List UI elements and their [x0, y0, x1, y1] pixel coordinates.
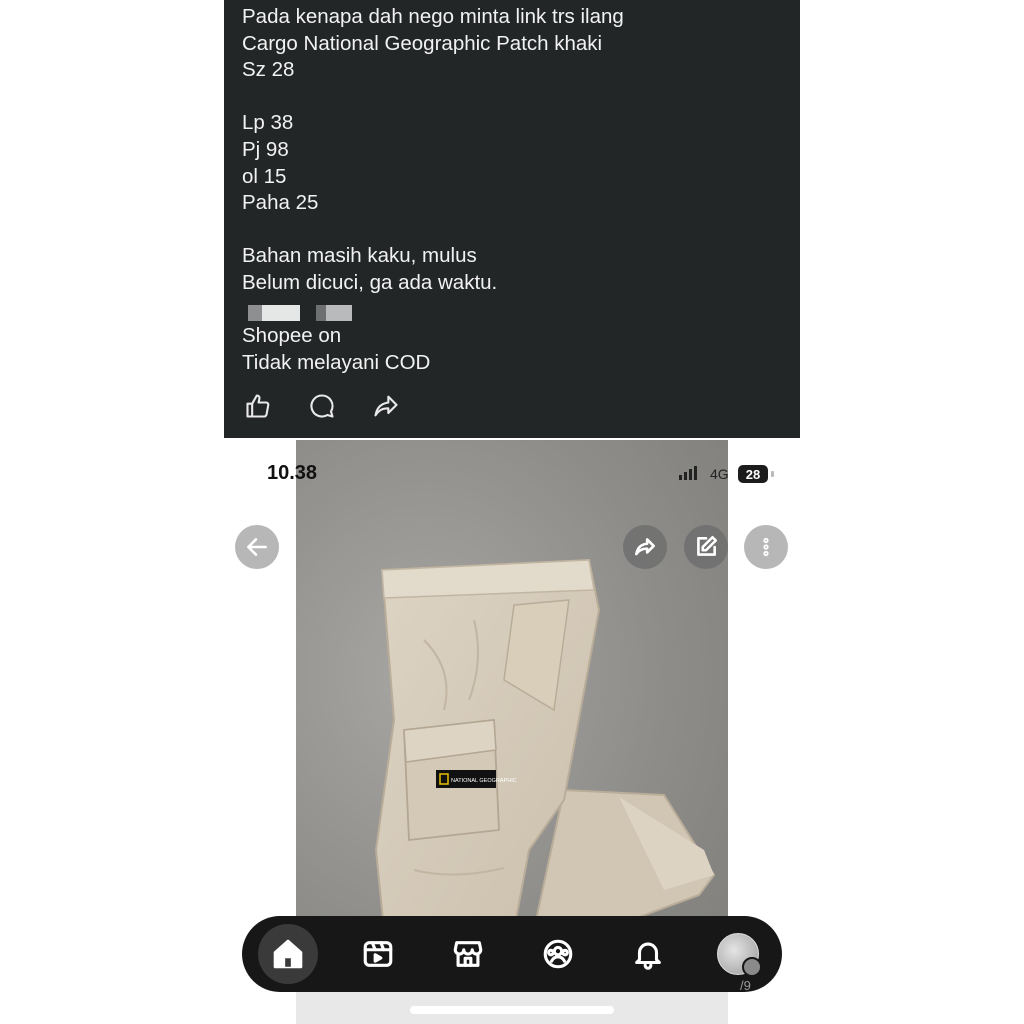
status-bar: 10.38 4G 28 — [224, 460, 800, 490]
corner-text: /9 — [740, 978, 751, 993]
shared-screenshot: 10.38 4G 28 NATIONAL GEOGRAPHIC /9 — [224, 440, 800, 1024]
profile-avatar — [717, 933, 762, 977]
more-button[interactable] — [744, 525, 788, 569]
network-label: 4G — [710, 466, 729, 482]
post-body: Pada kenapa dah nego minta link trs ilan… — [242, 4, 782, 376]
post-line: Lp 38 — [242, 111, 294, 135]
back-arrow-icon — [247, 538, 267, 556]
nav-groups[interactable] — [528, 924, 588, 984]
home-icon — [273, 939, 303, 969]
share-arrow-icon — [374, 395, 398, 417]
post-line: Pj 98 — [242, 137, 289, 161]
comment-bubble-icon — [310, 394, 334, 418]
comment-button[interactable] — [306, 390, 338, 422]
post-line: Tidak melayani COD — [242, 350, 431, 374]
nav-marketplace[interactable] — [438, 924, 498, 984]
post-line: Paha 25 — [242, 191, 319, 215]
share-button[interactable] — [370, 390, 402, 422]
post-line: Bahan masih kaku, mulus — [242, 244, 477, 268]
notifications-icon — [635, 942, 661, 970]
signal-icon — [679, 466, 697, 480]
like-button[interactable] — [242, 390, 274, 422]
cargo-pants-image: NATIONAL GEOGRAPHIC — [374, 558, 716, 930]
home-indicator[interactable] — [410, 1006, 614, 1014]
nav-home[interactable] — [258, 924, 318, 984]
more-icon — [763, 537, 769, 557]
status-time: 10.38 — [267, 462, 318, 484]
post-line-break — [242, 217, 782, 244]
post-line: Belum dicuci, ga ada waktu. — [242, 270, 498, 294]
marketplace-icon — [453, 941, 483, 967]
post-line: Pada kenapa dah nego minta link trs ilan… — [242, 5, 624, 28]
redacted-text — [242, 297, 782, 324]
groups-icon — [543, 939, 573, 969]
back-button[interactable] — [235, 525, 279, 569]
nav-reels[interactable] — [348, 924, 408, 984]
post-line: Cargo National Geographic Patch khaki — [242, 31, 603, 55]
nav-notifications[interactable] — [618, 924, 678, 984]
thumbs-up-icon — [246, 394, 270, 418]
post-line-break — [242, 84, 782, 111]
post-line: Sz 28 — [242, 58, 295, 82]
patch-text: NATIONAL GEOGRAPHIC — [451, 778, 517, 784]
bottom-nav — [242, 916, 782, 992]
battery-icon: 28 — [738, 465, 768, 483]
post-line: Shopee on — [242, 324, 342, 348]
post-line: ol 15 — [242, 164, 287, 188]
post-card: Pada kenapa dah nego minta link trs ilan… — [224, 0, 800, 438]
battery-nub — [771, 471, 774, 477]
menu-badge-icon — [742, 957, 762, 977]
nav-profile[interactable] — [708, 924, 768, 984]
reels-icon — [363, 941, 393, 967]
